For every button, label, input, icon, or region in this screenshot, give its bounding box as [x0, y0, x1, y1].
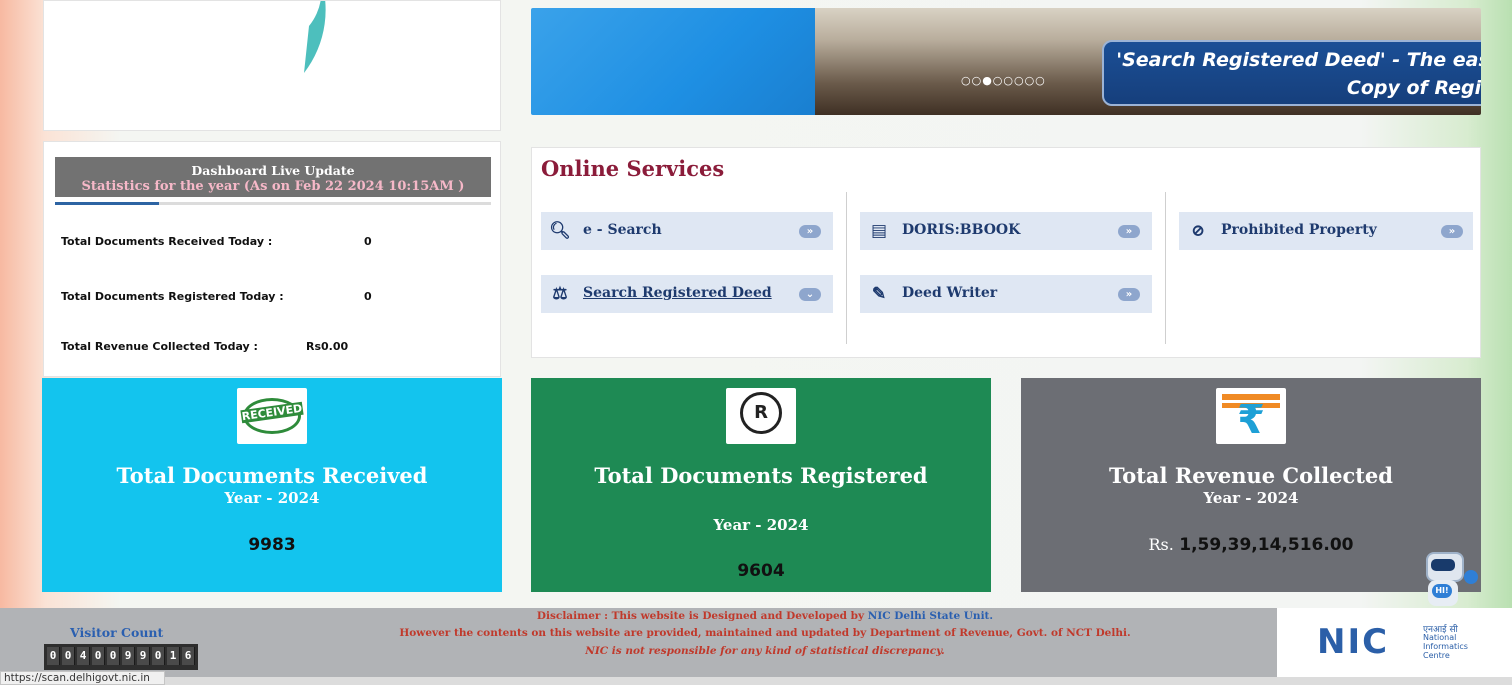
counter-digit: 0 [107, 647, 120, 665]
service-prohibited-property[interactable]: ⊘ Prohibited Property » [1179, 212, 1473, 250]
chevron-right-icon: » [1118, 288, 1140, 301]
currency-prefix: Rs. [1148, 535, 1174, 554]
counter-digit: 4 [77, 647, 90, 665]
dashboard-divider [55, 202, 491, 205]
service-doris-bbook[interactable]: ▤ DORIS:BBOOK » [860, 212, 1152, 250]
donut-chart [304, 1, 326, 73]
card-documents-received: RECEIVED Total Documents Received Year -… [42, 378, 502, 592]
card-value: 9983 [248, 535, 296, 555]
service-label: Search Registered Deed [583, 285, 772, 301]
service-label: DORIS:BBOOK [902, 222, 1021, 238]
banner-carousel[interactable]: 'Search Registered Deed' - The easy way … [531, 8, 1481, 115]
card-year: Year - 2024 [713, 516, 809, 534]
disclaimer-line1: Disclaimer : This website is Designed an… [350, 610, 1180, 622]
stat-value-revenue-today: Rs0.00 [306, 340, 349, 353]
service-label: Prohibited Property [1221, 222, 1377, 238]
disclaimer-org-link[interactable]: NIC Delhi State Unit. [868, 610, 993, 622]
counter-digit: 6 [182, 647, 195, 665]
nic-logo[interactable]: NIC एनआई सी National Informatics Centre [1277, 608, 1512, 678]
stat-value-registered-today: 0 [364, 290, 372, 303]
disclaimer-line3: NIC is not responsible for any kind of s… [585, 645, 945, 657]
card-year: Year - 2024 [1203, 489, 1299, 507]
status-bar-url: https://scan.delhigovt.nic.in [0, 671, 165, 685]
chevron-right-icon: » [1441, 225, 1463, 238]
dashboard-live-update: Dashboard Live Update Statistics for the… [43, 141, 501, 377]
card-revenue-collected: ₹ Total Revenue Collected Year - 2024 Rs… [1021, 378, 1481, 592]
disclaimer-line2: However the contents on this website are… [399, 627, 1131, 639]
nic-name-line: Centre [1423, 651, 1450, 660]
nic-logo-mark: NIC [1317, 622, 1390, 662]
column-divider [846, 192, 847, 344]
online-services-title: Online Services [541, 156, 725, 181]
service-e-search[interactable]: 🔍︎ e - Search » [541, 212, 833, 250]
chevron-right-icon: » [799, 225, 821, 238]
visitor-counter: 0 0 4 0 0 9 9 0 1 6 [44, 644, 198, 670]
counter-digit: 0 [47, 647, 60, 665]
rupee-icon: ₹ [1216, 388, 1286, 444]
banner-caption-line2: Copy of Registered Documents [1346, 77, 1481, 99]
carousel-dots[interactable]: ○○●○○○○○ [961, 74, 1046, 87]
dashboard-title: Dashboard Live Update [191, 163, 355, 178]
banner-panel [531, 8, 815, 115]
card-value-row: Rs. 1,59,39,14,516.00 [1021, 535, 1481, 555]
banner-caption: 'Search Registered Deed' - The easy way … [1102, 40, 1481, 106]
chevron-down-icon: ⌄ [799, 288, 821, 301]
service-label: e - Search [583, 222, 662, 238]
card-year: Year - 2024 [224, 489, 320, 507]
chatbot-badge: HI! [1432, 584, 1452, 598]
card-title: Total Documents Registered [594, 463, 928, 488]
counter-digit: 1 [167, 647, 180, 665]
chart-card [43, 0, 501, 131]
nic-name-line: National [1423, 633, 1457, 642]
dashboard-header: Dashboard Live Update Statistics for the… [55, 157, 491, 197]
horizontal-scrollbar[interactable] [165, 677, 1512, 685]
donut-slice-teal [304, 1, 326, 73]
received-stamp-icon: RECEIVED [237, 388, 307, 444]
visitor-count-label: Visitor Count [70, 625, 164, 640]
service-label: Deed Writer [902, 285, 998, 301]
card-value: 9604 [737, 561, 785, 581]
card-documents-registered: R Total Documents Registered Year - 2024… [531, 378, 991, 592]
column-divider [1165, 192, 1166, 344]
card-value: 1,59,39,14,516.00 [1179, 535, 1354, 555]
stat-label-received-today: Total Documents Received Today : [61, 235, 273, 248]
counter-digit: 0 [92, 647, 105, 665]
registered-stamp-icon: R [726, 388, 796, 444]
gavel-icon: ⚖ [552, 284, 568, 304]
footer: Visitor Count 0 0 4 0 0 9 9 0 1 6 Discla… [0, 608, 1512, 678]
service-deed-writer[interactable]: ✎ Deed Writer » [860, 275, 1152, 313]
stat-value-received-today: 0 [364, 235, 372, 248]
search-icon: 🔍︎ [549, 221, 571, 241]
banner-photo: 'Search Registered Deed' - The easy way … [815, 8, 1481, 115]
edit-icon: ✎ [871, 284, 887, 304]
banner-caption-line1: 'Search Registered Deed' - The easy way … [1116, 49, 1481, 71]
disclaimer-text: Disclaimer : This website is Designed an… [536, 610, 868, 622]
counter-digit: 0 [62, 647, 75, 665]
counter-digit: 9 [122, 647, 135, 665]
nic-name-line: Informatics [1423, 642, 1468, 651]
service-search-registered-deed[interactable]: ⚖ Search Registered Deed ⌄ [541, 275, 833, 313]
stat-label-revenue-today: Total Revenue Collected Today : [61, 340, 258, 353]
counter-digit: 9 [137, 647, 150, 665]
card-title: Total Documents Received [116, 463, 428, 488]
stat-label-registered-today: Total Documents Registered Today : [61, 290, 284, 303]
chevron-right-icon: » [1118, 225, 1140, 238]
online-services-panel: Online Services 🔍︎ e - Search » ▤ DORIS:… [531, 147, 1481, 358]
counter-digit: 0 [152, 647, 165, 665]
dashboard-subtitle: Statistics for the year (As on Feb 22 20… [81, 179, 465, 194]
card-title: Total Revenue Collected [1109, 463, 1393, 488]
book-icon: ▤ [870, 221, 888, 241]
check-circle-icon: ⊘ [1190, 221, 1206, 241]
